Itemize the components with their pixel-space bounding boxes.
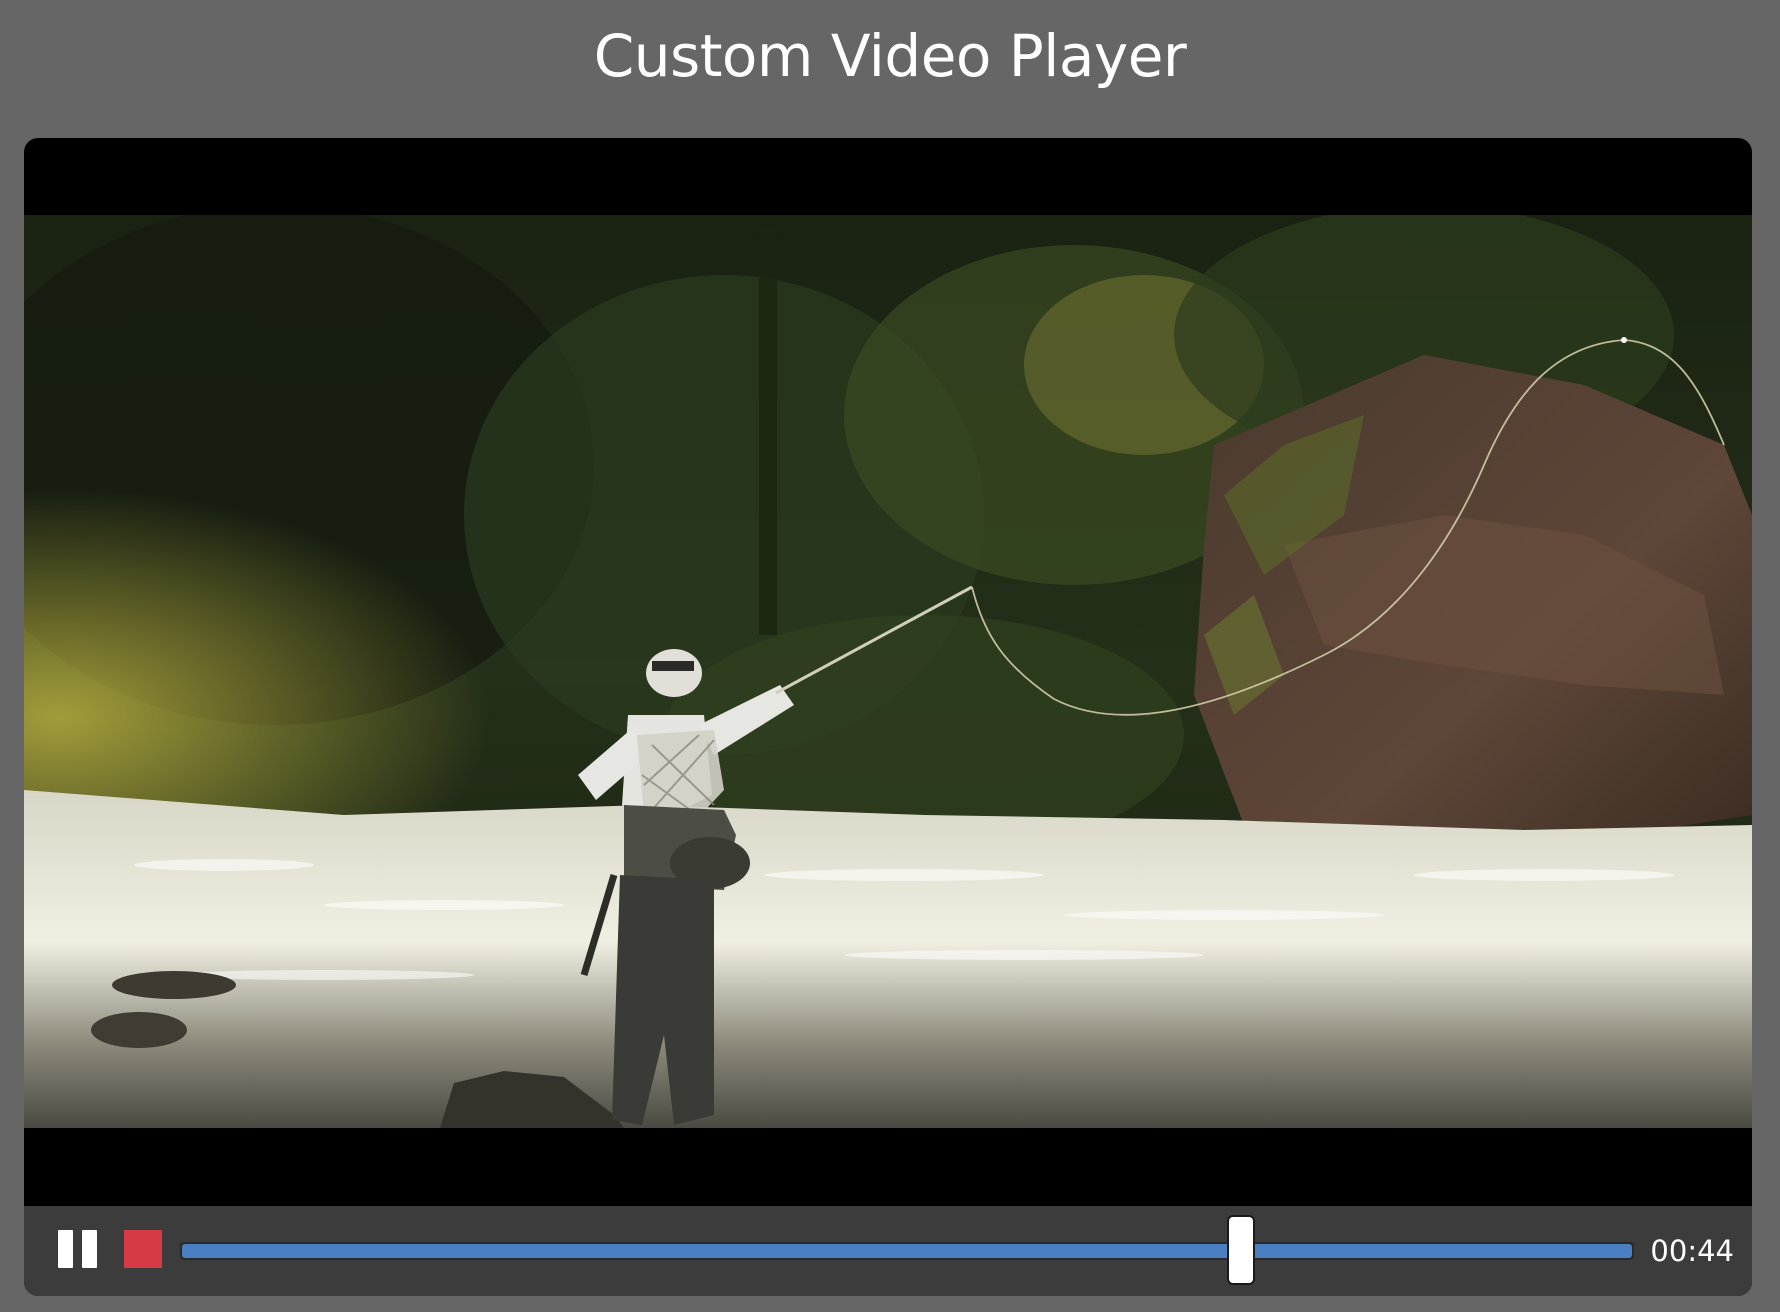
progress-handle[interactable] (1227, 1215, 1256, 1285)
video-frame-image (24, 215, 1752, 1128)
pause-button[interactable] (58, 1228, 100, 1270)
video-player: 00:44 (24, 138, 1752, 1296)
control-bar: 00:44 (24, 1206, 1752, 1296)
page-title: Custom Video Player (593, 22, 1187, 90)
progress-track (182, 1244, 1632, 1258)
video-display[interactable] (24, 215, 1752, 1128)
time-display: 00:44 (1650, 1234, 1734, 1268)
stop-button[interactable] (124, 1230, 162, 1268)
progress-bar[interactable] (180, 1215, 1634, 1285)
